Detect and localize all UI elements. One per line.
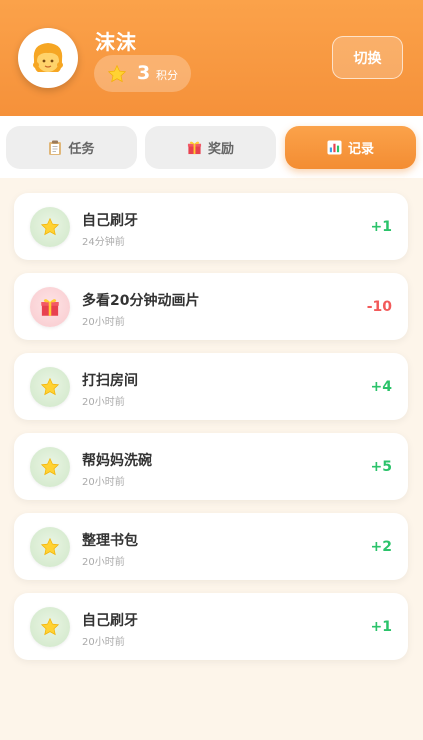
app-root: 沫沫 3 积分 切换 任务 奖励 记录 自己刷牙 24分钟前 +1 多看20分钟… [0,0,423,740]
list-item[interactable]: 自己刷牙 24分钟前 +1 [14,193,408,260]
record-points: +4 [370,379,392,395]
star-icon [40,217,60,236]
child-face-icon [33,43,63,72]
record-points: +5 [370,459,392,475]
gift-icon [41,299,59,316]
tab-records[interactable]: 记录 [285,126,416,169]
star-icon [40,617,60,636]
list-item[interactable]: 自己刷牙 20小时前 +1 [14,593,408,660]
list-item[interactable]: 整理书包 20小时前 +2 [14,513,408,580]
tab-bar: 任务 奖励 记录 [0,116,423,178]
tab-tasks-label: 任务 [68,142,95,157]
icon-badge [30,367,70,407]
avatar[interactable] [18,28,78,88]
record-points: -10 [366,299,392,315]
points-badge: 3 积分 [94,55,191,92]
username: 沫沫 [95,30,137,54]
star-icon [40,377,60,396]
points-unit: 积分 [156,69,178,82]
record-time: 20小时前 [82,477,125,488]
list-item[interactable]: 帮妈妈洗碗 20小时前 +5 [14,433,408,500]
profile-header: 沫沫 3 积分 切换 [0,0,423,116]
record-title: 自己刷牙 [82,613,138,629]
star-icon [107,64,127,83]
star-icon [40,457,60,476]
tab-rewards[interactable]: 奖励 [145,126,276,169]
icon-badge [30,527,70,567]
record-time: 24分钟前 [82,237,125,248]
icon-badge [30,287,70,327]
icon-badge [30,607,70,647]
gift-icon [187,140,202,155]
record-points: +1 [370,219,392,235]
tab-tasks[interactable]: 任务 [6,126,137,169]
record-title: 整理书包 [82,533,138,549]
star-icon [40,537,60,556]
record-title: 多看20分钟动画片 [82,293,200,309]
points-value: 3 [137,62,151,84]
record-title: 打扫房间 [82,373,138,389]
icon-badge [30,207,70,247]
record-time: 20小时前 [82,397,125,408]
tab-rewards-label: 奖励 [207,142,234,157]
records-list: 自己刷牙 24分钟前 +1 多看20分钟动画片 20小时前 -10 打扫房间 2… [14,193,408,673]
record-points: +2 [370,539,392,555]
record-title: 自己刷牙 [82,213,138,229]
clipboard-icon [48,140,62,156]
list-item[interactable]: 打扫房间 20小时前 +4 [14,353,408,420]
list-item[interactable]: 多看20分钟动画片 20小时前 -10 [14,273,408,340]
icon-badge [30,447,70,487]
record-title: 帮妈妈洗碗 [82,453,152,469]
record-points: +1 [370,619,392,635]
record-time: 20小时前 [82,317,125,328]
bar-chart-icon [327,140,342,155]
tab-records-label: 记录 [347,142,374,157]
switch-button[interactable]: 切换 [332,36,403,79]
record-time: 20小时前 [82,637,125,648]
record-time: 20小时前 [82,557,125,568]
